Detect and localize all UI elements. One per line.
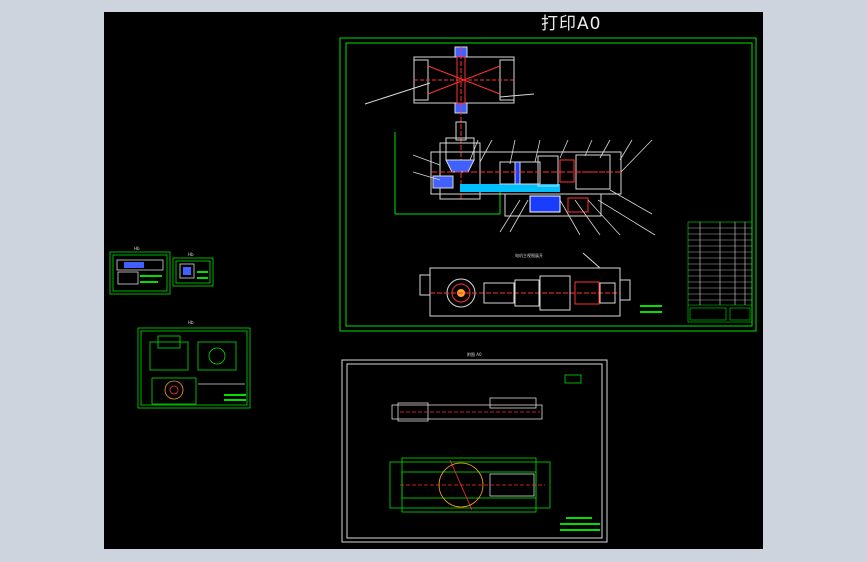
sub-sheet-3-label: Hb	[188, 320, 194, 325]
bottom-sheet	[341, 359, 608, 543]
wheel-frame	[413, 56, 515, 104]
plan-view-label: 电机主视图展开	[515, 253, 543, 258]
title-block	[687, 221, 753, 323]
drawing-sheets	[109, 37, 757, 543]
main-assembly-sheet	[339, 37, 757, 332]
sub-sheet-1-label: Hb	[134, 246, 140, 251]
sub-sheet-2-label: Hb	[188, 252, 194, 257]
bottom-sheet-label: 附图 A0	[467, 352, 482, 357]
plan-view	[419, 252, 631, 317]
small-sheet-3	[137, 327, 251, 409]
small-sheet-1	[109, 251, 171, 295]
small-sheet-2	[172, 257, 214, 287]
drawing-title: 打印A0	[541, 14, 602, 34]
